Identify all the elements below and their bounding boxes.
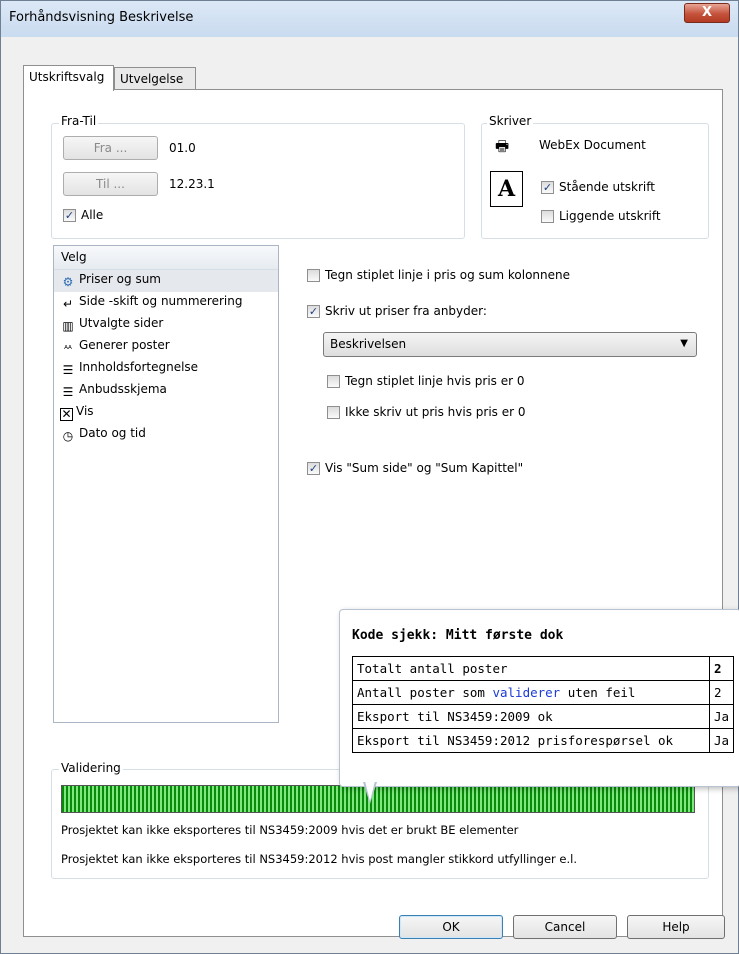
vis-sum-checkbox[interactable]: ✓	[307, 462, 320, 475]
velg-header: Velg	[54, 246, 278, 270]
tegn-stiplet-0-checkbox[interactable]	[327, 375, 340, 388]
row-label-suffix: uten feil	[560, 685, 636, 700]
close-button[interactable]: X	[684, 3, 730, 23]
list-item[interactable]: ᴬᴬ Generer poster	[54, 336, 278, 358]
table-cell: Ja	[708, 728, 735, 753]
list-item[interactable]: ☰ Innholdsfortegnelse	[54, 358, 278, 380]
x-box-icon: ✕	[60, 407, 73, 421]
list-item[interactable]: ▥ Utvalgte sider	[54, 314, 278, 336]
tooltip-pointer-fill	[365, 781, 375, 801]
list-item-label: Anbudsskjema	[79, 382, 167, 396]
table-row: Antall poster som validerer uten feil 2	[352, 680, 735, 705]
window-title: Forhåndsvisning Beskrivelse	[9, 10, 194, 25]
help-button[interactable]: Help	[627, 915, 725, 939]
validering-message-2: Prosjektet kan ikke eksporteres til NS34…	[61, 852, 577, 866]
list-item[interactable]: ◷ Dato og tid	[54, 424, 278, 446]
staende-label: Stående utskrift	[559, 180, 655, 194]
list-item-label: Dato og tid	[79, 426, 146, 440]
table-cell: Totalt antall poster	[352, 656, 710, 681]
alle-checkbox[interactable]: ✓	[63, 209, 76, 222]
tab-utvelgelse[interactable]: Utvelgelse	[114, 67, 196, 91]
ikke-skriv-0-label: Ikke skriv ut pris hvis pris er 0	[345, 405, 526, 419]
tooltip-table: Totalt antall poster 2 Antall poster som…	[352, 656, 735, 753]
clock-icon: ◷	[62, 429, 74, 443]
list-item-label: Priser og sum	[79, 272, 161, 286]
skriver-group-label: Skriver	[487, 114, 534, 128]
validering-group-label: Validering	[59, 761, 123, 775]
table-cell: Antall poster som validerer uten feil	[352, 680, 710, 705]
title-bar[interactable]: Forhåndsvisning Beskrivelse X	[1, 1, 738, 37]
table-cell: Eksport til NS3459:2012 prisforespørsel …	[352, 728, 710, 753]
til-value: 12.23.1	[169, 177, 215, 191]
list-item[interactable]: ⚙ Priser og sum	[54, 270, 278, 292]
page-number-icon: ↵	[62, 297, 74, 311]
anbyder-select[interactable]: Beskrivelsen ▼	[323, 332, 697, 357]
velg-list[interactable]: Velg ⚙ Priser og sum ↵ Side -skift og numm…	[53, 245, 279, 723]
list-item-label: Side -skift og nummerering	[79, 294, 243, 308]
table-row: Eksport til NS3459:2009 ok Ja	[352, 704, 735, 729]
close-icon: X	[701, 5, 713, 20]
table-cell: Ja	[708, 704, 735, 729]
fra-value: 01.0	[169, 141, 196, 155]
toc-icon: ☰	[62, 363, 74, 377]
table-row: Totalt antall poster 2	[352, 656, 735, 681]
generate-icon: ᴬᴬ	[64, 345, 72, 355]
tab-label: Utskriftsvalg	[29, 70, 105, 84]
validation-progress-bar	[61, 785, 695, 813]
vis-sum-label: Vis "Sum side" og "Sum Kapittel"	[325, 461, 524, 475]
fra-til-group-label: Fra-Til	[59, 114, 99, 128]
form-icon: ☰	[62, 385, 74, 399]
tegn-stiplet-sum-checkbox[interactable]	[307, 269, 320, 282]
row-label-prefix: Antall poster som	[357, 685, 493, 700]
list-item[interactable]: ↵ Side -skift og nummerering	[54, 292, 278, 314]
table-cell: 2	[708, 680, 735, 705]
anbyder-select-value: Beskrivelsen	[330, 337, 407, 351]
tooltip-title: Kode sjekk: Mitt første dok	[352, 628, 564, 643]
printer-name: WebEx Document	[539, 138, 646, 152]
orientation-icon: A	[490, 171, 523, 207]
til-button[interactable]: Til ...	[63, 172, 158, 196]
tab-utskriftsvalg[interactable]: Utskriftsvalg	[23, 65, 114, 91]
liggende-checkbox[interactable]	[541, 210, 554, 223]
ok-button[interactable]: OK	[399, 915, 503, 939]
dialog-window: Forhåndsvisning Beskrivelse X Utskriftsv…	[0, 0, 739, 954]
validerer-link[interactable]: validerer	[492, 685, 560, 700]
list-item[interactable]: ✕ Vis	[54, 402, 278, 424]
fra-button[interactable]: Fra ...	[63, 136, 158, 160]
list-item-label: Vis	[76, 404, 94, 418]
table-cell: 2	[708, 656, 735, 681]
alle-label: Alle	[81, 208, 104, 222]
list-item-label: Generer poster	[79, 338, 170, 352]
cancel-button[interactable]: Cancel	[513, 915, 617, 939]
tegn-stiplet-sum-label: Tegn stiplet linje i pris og sum kolonne…	[325, 268, 571, 282]
table-row: Eksport til NS3459:2012 prisforespørsel …	[352, 728, 735, 753]
skriv-ut-priser-label: Skriv ut priser fra anbyder:	[325, 304, 487, 318]
coins-icon: ⚙	[62, 275, 74, 289]
liggende-label: Liggende utskrift	[559, 209, 661, 223]
pages-icon: ▥	[62, 319, 74, 333]
skriv-ut-priser-checkbox[interactable]: ✓	[307, 305, 320, 318]
list-item[interactable]: ☰ Anbudsskjema	[54, 380, 278, 402]
chevron-down-icon: ▼	[680, 338, 688, 349]
printer-icon: 🖶	[495, 137, 510, 155]
ikke-skriv-0-checkbox[interactable]	[327, 406, 340, 419]
table-cell: Eksport til NS3459:2009 ok	[352, 704, 710, 729]
tegn-stiplet-0-label: Tegn stiplet linje hvis pris er 0	[345, 374, 525, 388]
staende-checkbox[interactable]: ✓	[541, 181, 554, 194]
list-item-label: Innholdsfortegnelse	[79, 360, 199, 374]
validering-message-1: Prosjektet kan ikke eksporteres til NS34…	[61, 823, 519, 837]
tab-label: Utvelgelse	[120, 72, 184, 86]
code-check-tooltip: Kode sjekk: Mitt første dok Totalt antal…	[339, 609, 739, 787]
list-item-label: Utvalgte sider	[79, 316, 164, 330]
